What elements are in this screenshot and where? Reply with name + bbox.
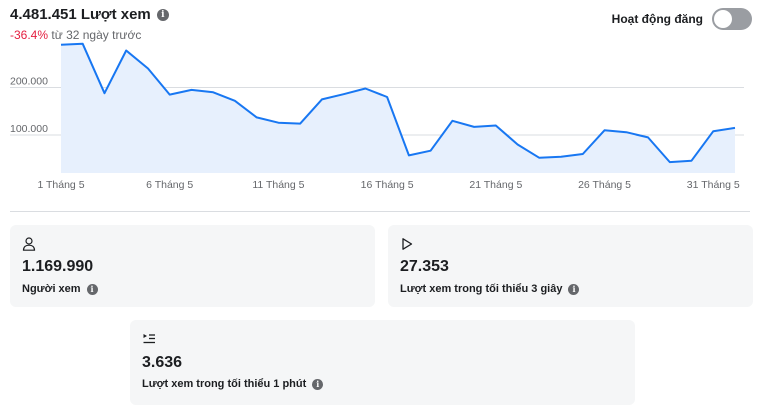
card-3s-views: 27.353 Lượt xem trong tối thiểu 3 giây i <box>388 225 753 307</box>
3s-views-label: Lượt xem trong tối thiểu 3 giây <box>400 283 563 295</box>
info-icon[interactable]: i <box>86 283 98 295</box>
views-area-chart: 200.000 100.000 1 Tháng 5 6 Tháng 5 11 Tháng… <box>10 42 744 191</box>
viewers-label: Người xem <box>22 283 81 295</box>
person-icon <box>22 237 36 251</box>
info-icon[interactable]: i <box>312 378 324 390</box>
y-tick-label: 100.000 <box>10 123 48 135</box>
x-tick-label: 16 Tháng 5 <box>361 179 414 191</box>
summary-header: 4.481.451 Lượt xem i -36.4% từ 32 ngày t… <box>10 6 169 42</box>
info-icon[interactable]: i <box>568 283 580 295</box>
card-1min-views: 3.636 Lượt xem trong tối thiểu 1 phút i <box>130 320 635 405</box>
total-views-row: 4.481.451 Lượt xem i <box>10 6 169 23</box>
play-icon <box>402 238 413 250</box>
x-tick-label: 11 Tháng 5 <box>252 179 304 191</box>
1min-views-value: 3.636 <box>142 354 183 371</box>
post-activity-toggle-group: Hoạt động đăng <box>612 8 752 30</box>
x-tick-label: 31 Tháng 5 <box>687 179 740 191</box>
info-icon[interactable]: i <box>156 8 169 21</box>
card-viewers: 1.169.990 Người xem i <box>10 225 375 307</box>
1min-views-label: Lượt xem trong tối thiểu 1 phút <box>142 378 307 390</box>
viewers-value: 1.169.990 <box>22 258 94 275</box>
playlist-play-icon <box>143 334 155 344</box>
y-tick-label: 200.000 <box>10 76 48 88</box>
section-divider <box>10 211 750 212</box>
toggle-knob <box>714 10 732 28</box>
x-tick-label: 21 Tháng 5 <box>469 179 522 191</box>
3s-views-label-row: Lượt xem trong tối thiểu 3 giây i <box>400 283 580 295</box>
post-activity-label: Hoạt động đăng <box>611 12 703 26</box>
views-area <box>61 43 735 173</box>
1min-views-label-row: Lượt xem trong tối thiểu 1 phút i <box>142 378 324 390</box>
post-activity-toggle[interactable] <box>712 8 752 30</box>
3s-views-value: 27.353 <box>400 258 449 275</box>
x-tick-label: 6 Tháng 5 <box>146 179 193 191</box>
x-tick-label: 26 Tháng 5 <box>578 179 631 191</box>
total-views: 4.481.451 Lượt xem <box>10 6 151 23</box>
viewers-label-row: Người xem i <box>22 283 98 295</box>
x-tick-label: 1 Tháng 5 <box>37 179 84 191</box>
